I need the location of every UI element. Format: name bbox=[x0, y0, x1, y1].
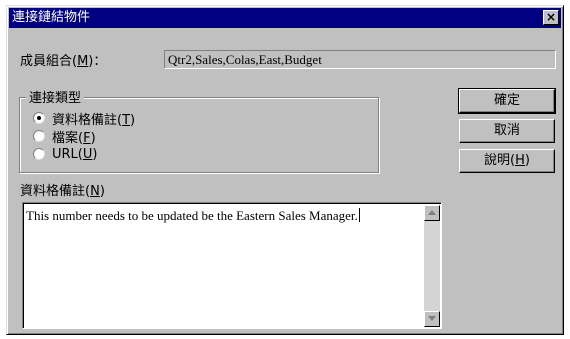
ok-button[interactable]: 確定 bbox=[458, 88, 556, 114]
title-bar[interactable]: 連接鏈結物件 × bbox=[9, 8, 561, 28]
member-label-prefix: 成員組合( bbox=[20, 54, 78, 69]
help-button-suffix: ) bbox=[524, 153, 530, 168]
text-caret bbox=[358, 208, 360, 222]
radio-file-label: 檔案(F) bbox=[52, 127, 96, 146]
close-icon: × bbox=[545, 10, 557, 24]
member-label-suffix: )： bbox=[88, 54, 107, 69]
arrow-up-icon bbox=[428, 210, 436, 215]
cell-note-label-prefix: 資料格備註( bbox=[20, 184, 91, 199]
radio-url-suffix: ) bbox=[92, 146, 98, 162]
dialog-title: 連接鏈結物件 bbox=[12, 10, 91, 25]
link-type-title: 連接類型 bbox=[26, 87, 85, 106]
radio-url-prefix: URL( bbox=[52, 146, 83, 162]
scroll-down-button[interactable] bbox=[424, 311, 440, 327]
scroll-up-button[interactable] bbox=[424, 205, 440, 221]
help-button-accesskey: H bbox=[515, 153, 525, 168]
cell-note-content: This number needs to be updated be the E… bbox=[26, 208, 358, 223]
radio-cell-note-indicator[interactable] bbox=[33, 112, 45, 124]
member-label-accesskey: M bbox=[77, 54, 89, 69]
radio-file-suffix: ) bbox=[90, 130, 96, 146]
link-object-dialog: 連接鏈結物件 × 成員組合(M)： Qtr2,Sales,Colas,East,… bbox=[6, 5, 564, 335]
radio-cell-note-prefix: 資料格備註( bbox=[52, 112, 123, 128]
radio-url-accesskey: U bbox=[82, 146, 93, 162]
cell-note-label-accesskey: N bbox=[90, 184, 100, 199]
radio-cell-note-suffix: ) bbox=[130, 112, 136, 128]
cell-note-textarea[interactable]: This number needs to be updated be the E… bbox=[22, 202, 442, 329]
radio-url-indicator[interactable] bbox=[33, 148, 45, 160]
member-combination-field: Qtr2,Sales,Colas,East,Budget bbox=[164, 50, 556, 69]
help-button-prefix: 說明( bbox=[484, 153, 516, 168]
vertical-scrollbar[interactable] bbox=[424, 205, 440, 327]
radio-file-prefix: 檔案( bbox=[52, 130, 84, 146]
arrow-down-icon bbox=[428, 316, 436, 321]
cell-note-text: This number needs to be updated be the E… bbox=[26, 208, 360, 224]
cell-note-label-suffix: ) bbox=[99, 184, 105, 199]
radio-url[interactable]: URL(U) bbox=[33, 146, 97, 162]
radio-url-label: URL(U) bbox=[52, 147, 97, 162]
radio-cell-note-label: 資料格備註(T) bbox=[52, 109, 135, 128]
radio-file-accesskey: F bbox=[83, 130, 91, 146]
cancel-button[interactable]: 取消 bbox=[459, 119, 555, 143]
radio-file-indicator[interactable] bbox=[33, 130, 45, 142]
radio-cell-note[interactable]: 資料格備註(T) bbox=[33, 109, 135, 128]
cell-note-label: 資料格備註(N) bbox=[20, 180, 105, 199]
close-button[interactable]: × bbox=[543, 10, 559, 25]
help-button[interactable]: 說明(H) bbox=[459, 149, 555, 173]
radio-file[interactable]: 檔案(F) bbox=[33, 127, 96, 146]
radio-cell-note-accesskey: T bbox=[122, 112, 131, 128]
member-combination-label: 成員組合(M)： bbox=[20, 50, 106, 69]
